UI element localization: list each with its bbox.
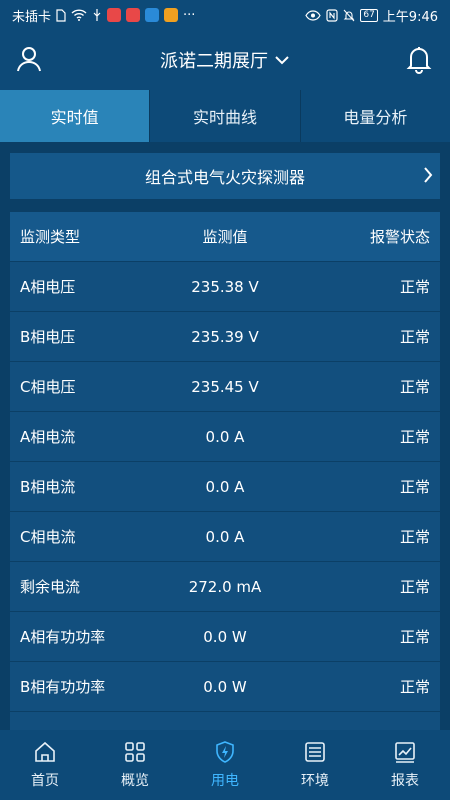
site-selector[interactable]: 派诺二期展厅 (160, 47, 290, 73)
row-value: 272.0 mA (188, 577, 262, 596)
nav-label: 用电 (211, 773, 239, 789)
row-type: B相电流 (20, 478, 76, 496)
row-type: 剩余电流 (20, 578, 81, 596)
nav-report[interactable]: 报表 (360, 730, 450, 800)
nav-label: 概览 (121, 773, 149, 789)
row-value: 0.0 W (203, 677, 247, 696)
row-value: 0.0 W (203, 627, 247, 646)
usb-icon (93, 9, 101, 21)
row-value: 0.0 A (205, 477, 245, 496)
app-notification-icon (145, 8, 160, 22)
row-value: 0.0 A (205, 527, 245, 546)
nav-overview[interactable]: 概览 (90, 730, 180, 800)
row-status: 正常 (399, 528, 430, 546)
row-value: 235.45 V (191, 377, 259, 396)
power-shield-icon (216, 741, 234, 763)
row-status: 正常 (399, 678, 430, 696)
row-type: C相电压 (20, 378, 76, 396)
row-value: 235.39 V (191, 327, 259, 346)
eye-icon (305, 9, 322, 21)
row-type: C相电流 (20, 528, 76, 546)
bell-icon[interactable] (404, 44, 434, 74)
tab-bar: 实时值 实时曲线 电量分析 (0, 90, 450, 142)
table-header-row: 监测类型 监测值 报警状态 (10, 212, 440, 262)
table-row[interactable]: A相电压 235.38 V 正常 (10, 262, 440, 312)
header-value: 监测值 (202, 228, 248, 246)
table-row[interactable]: C相电压 235.45 V 正常 (10, 362, 440, 412)
table-row[interactable]: B相有功功率 0.0 W 正常 (10, 662, 440, 712)
row-type: A相电流 (20, 428, 76, 446)
device-selector[interactable]: 组合式电气火灾探测器 (10, 153, 440, 199)
status-left: 未插卡 ··· (12, 6, 195, 25)
row-type: A相电压 (20, 278, 76, 296)
row-type: A相有功功率 (20, 628, 106, 646)
header-type: 监测类型 (20, 228, 81, 246)
status-bar: 未插卡 ··· 67 上午9:46 (0, 0, 450, 30)
user-icon[interactable] (14, 44, 44, 74)
grid-icon (125, 742, 145, 762)
row-value: 235.38 V (191, 277, 259, 296)
table-row[interactable]: A相电流 0.0 A 正常 (10, 412, 440, 462)
table-row[interactable]: B相电流 0.0 A 正常 (10, 462, 440, 512)
row-status: 正常 (399, 378, 430, 396)
row-type: B相电压 (20, 328, 76, 346)
chevron-down-icon (275, 56, 289, 65)
bottom-nav: 首页 概览 用电 环境 报表 (0, 730, 450, 800)
tab-energy-analysis[interactable]: 电量分析 (301, 90, 450, 142)
nav-environment[interactable]: 环境 (270, 730, 360, 800)
nav-label: 报表 (391, 773, 419, 789)
nfc-icon (326, 8, 338, 22)
row-status: 正常 (399, 478, 430, 496)
monitor-icon (305, 742, 325, 762)
row-status: 正常 (399, 578, 430, 596)
sim-icon (56, 8, 66, 22)
nav-label: 环境 (301, 773, 329, 789)
chevron-right-icon (424, 167, 433, 183)
mute-icon (343, 9, 355, 21)
carrier-text: 未插卡 (12, 9, 52, 25)
app-notification-icon (164, 8, 179, 22)
row-status: 正常 (399, 428, 430, 446)
battery-icon: 67 (360, 8, 378, 22)
tab-realtime-value[interactable]: 实时值 (0, 90, 151, 142)
nav-home[interactable]: 首页 (0, 730, 90, 800)
home-icon (35, 741, 55, 762)
more-notifications-icon: ··· (183, 7, 196, 23)
header-status: 报警状态 (369, 228, 430, 246)
nav-label: 首页 (31, 773, 59, 789)
app-notification-icon (107, 8, 122, 22)
page-title: 派诺二期展厅 (160, 51, 268, 72)
row-status: 正常 (399, 328, 430, 346)
tab-realtime-curve[interactable]: 实时曲线 (150, 90, 301, 142)
status-right: 67 上午9:46 (305, 6, 438, 25)
monitoring-table: 监测类型 监测值 报警状态 A相电压 235.38 V 正常 B相电压 235.… (10, 212, 440, 730)
row-type: B相有功功率 (20, 678, 106, 696)
nav-power[interactable]: 用电 (180, 730, 270, 800)
table-row[interactable]: B相电压 235.39 V 正常 (10, 312, 440, 362)
clock-text: 上午9:46 (382, 9, 438, 25)
table-row[interactable]: 剩余电流 272.0 mA 正常 (10, 562, 440, 612)
device-name: 组合式电气火灾探测器 (144, 168, 305, 187)
table-row[interactable]: A相有功功率 0.0 W 正常 (10, 612, 440, 662)
app-notification-icon (126, 8, 141, 22)
row-status: 正常 (399, 278, 430, 296)
table-row[interactable]: C相电流 0.0 A 正常 (10, 512, 440, 562)
app-header: 派诺二期展厅 (0, 30, 450, 90)
chart-icon (395, 742, 415, 763)
wifi-icon (71, 9, 87, 21)
row-status: 正常 (399, 628, 430, 646)
row-value: 0.0 A (205, 427, 245, 446)
